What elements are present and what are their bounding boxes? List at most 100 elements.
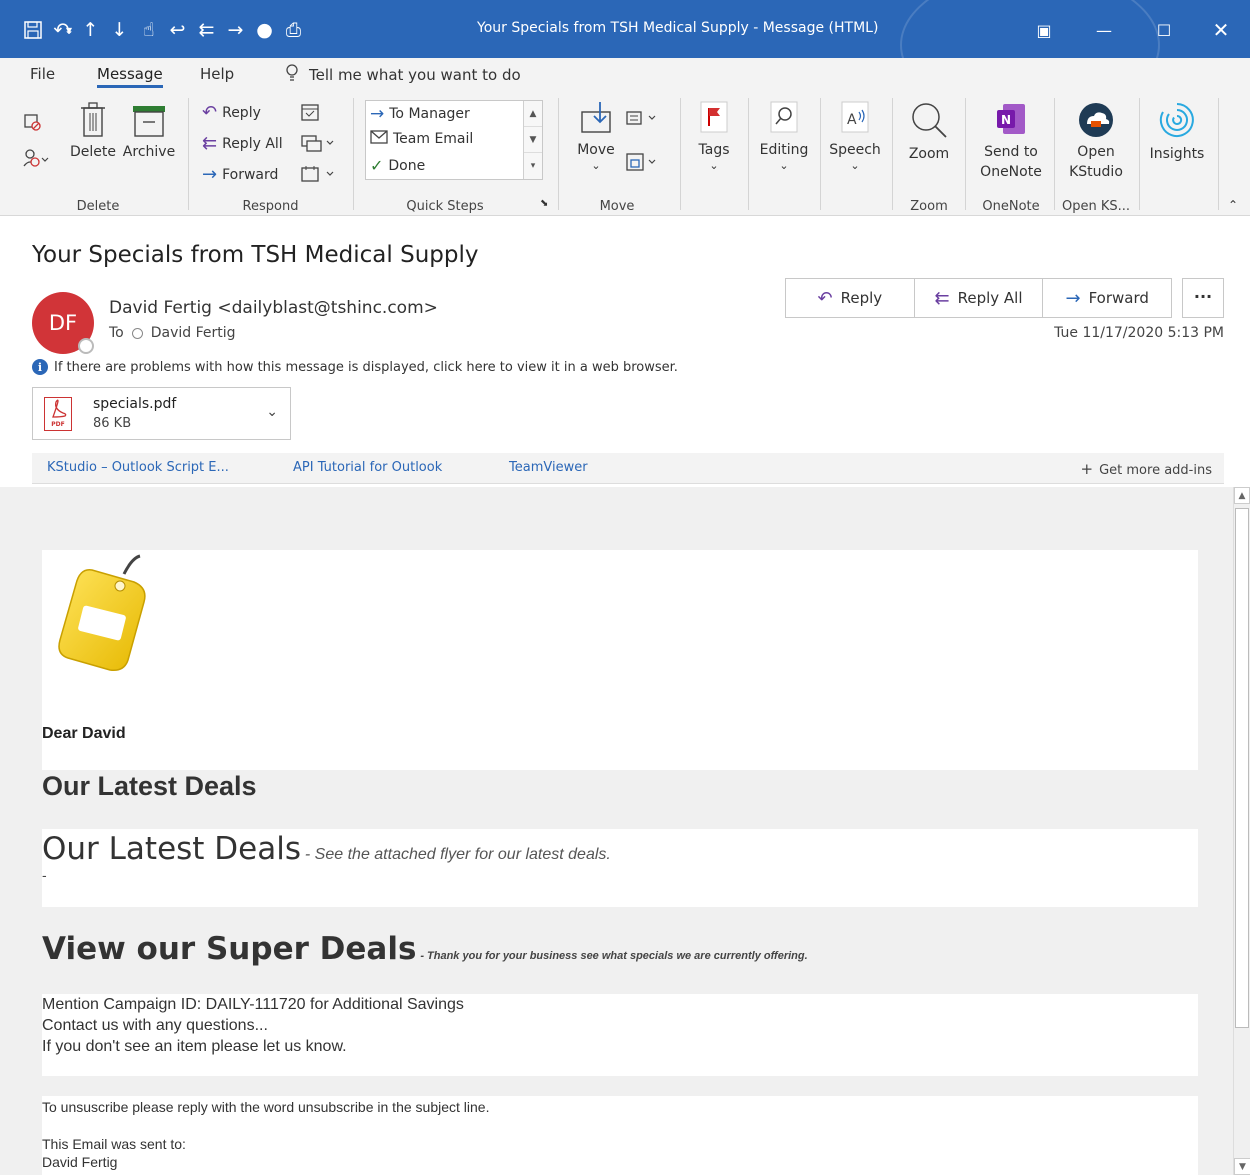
reply-all-icon[interactable]: ⇇ bbox=[192, 17, 221, 43]
forward-button[interactable]: → Forward bbox=[202, 164, 278, 185]
chevron-down-icon[interactable]: ⌄ bbox=[266, 404, 278, 420]
attachment-card[interactable]: PDF specials.pdf 86 KB ⌄ bbox=[32, 387, 291, 440]
down-arrow-icon[interactable]: ↓ bbox=[105, 17, 134, 43]
super-deals-subtitle: - Thank you for your business see what s… bbox=[420, 950, 808, 962]
envelope-icon bbox=[370, 130, 388, 148]
quick-steps-scroll[interactable]: ▲ ▼ ▾ bbox=[523, 101, 542, 179]
editing-button[interactable]: Editing ⌄ bbox=[756, 100, 812, 172]
move-group-label: Move bbox=[599, 199, 635, 214]
sent-to-name: David Fertig bbox=[42, 1154, 118, 1170]
insights-button[interactable]: Insights bbox=[1146, 100, 1208, 164]
close-button[interactable]: ✕ bbox=[1192, 14, 1250, 46]
greeting: Dear David bbox=[42, 725, 126, 742]
tags-button[interactable]: Tags ⌄ bbox=[692, 100, 736, 172]
reply-all-label: Reply All bbox=[957, 289, 1023, 307]
sender[interactable]: David Fertig <dailyblast@tshinc.com> bbox=[109, 298, 438, 318]
more-actions-button[interactable]: ··· bbox=[1182, 278, 1224, 318]
tab-help[interactable]: Help bbox=[200, 65, 234, 83]
checkmark-icon: ✓ bbox=[370, 156, 384, 175]
scroll-thumb[interactable] bbox=[1235, 508, 1249, 1028]
tags-label: Tags bbox=[698, 142, 730, 158]
ribbon-display-options-icon[interactable]: ▣ bbox=[1015, 14, 1073, 46]
addin-api-tutorial[interactable]: API Tutorial for Outlook bbox=[293, 460, 442, 475]
tab-file[interactable]: File bbox=[30, 65, 55, 83]
up-arrow-icon[interactable]: ↑ bbox=[76, 17, 105, 43]
message-subject: Your Specials from TSH Medical Supply bbox=[32, 242, 479, 268]
meeting-icon[interactable] bbox=[300, 102, 320, 122]
reply-all-button[interactable]: ⇇ Reply All bbox=[915, 279, 1044, 317]
quick-step-to-manager[interactable]: → To Manager bbox=[370, 104, 470, 124]
super-deals-row: View our Super Deals - Thank you for you… bbox=[42, 931, 808, 967]
quick-step-team-email[interactable]: Team Email bbox=[370, 130, 473, 148]
reply-button[interactable]: ↶ Reply bbox=[786, 279, 915, 317]
dialog-launcher-icon[interactable]: ⬊ bbox=[540, 198, 548, 209]
addin-kstudio[interactable]: KStudio – Outlook Script E... bbox=[47, 460, 229, 475]
avatar[interactable]: DF bbox=[32, 292, 94, 354]
block-sender-icon[interactable] bbox=[22, 148, 50, 174]
onenote-line1: Send to bbox=[984, 144, 1038, 160]
zoom-group-label: Zoom bbox=[910, 199, 948, 214]
body-scrollbar[interactable]: ▲ ▼ bbox=[1233, 487, 1250, 1175]
pdf-type-label: PDF bbox=[51, 421, 65, 428]
speech-button[interactable]: A Speech ⌄ bbox=[828, 100, 882, 172]
collapse-ribbon-icon[interactable]: ⌃ bbox=[1228, 198, 1238, 212]
reply-all-label: Reply All bbox=[222, 135, 283, 152]
addins-bar: KStudio – Outlook Script E... API Tutori… bbox=[32, 453, 1224, 484]
reply-button[interactable]: ↶ Reply bbox=[202, 102, 261, 123]
get-more-addins[interactable]: + Get more add-ins bbox=[1081, 460, 1212, 478]
forward-icon[interactable]: → bbox=[221, 17, 250, 43]
kstudio-line1: Open bbox=[1077, 144, 1115, 160]
onenote-move-icon[interactable] bbox=[625, 152, 661, 172]
group-separator bbox=[680, 98, 681, 210]
tell-me-search[interactable]: Tell me what you want to do bbox=[285, 64, 521, 86]
forward-button[interactable]: → Forward bbox=[1043, 279, 1171, 317]
onenote-group-label: OneNote bbox=[982, 199, 1040, 214]
rules-icon[interactable] bbox=[625, 108, 661, 128]
reply-icon: ↶ bbox=[202, 102, 218, 123]
save-icon[interactable] bbox=[18, 17, 47, 43]
quick-step-done[interactable]: ✓ Done bbox=[370, 156, 425, 175]
greeting-card bbox=[42, 550, 1198, 770]
more-respond-icon[interactable] bbox=[300, 164, 336, 184]
reply-all-button[interactable]: ⇇ Reply All bbox=[202, 133, 283, 154]
send-to-onenote-button[interactable]: N Send to OneNote bbox=[975, 100, 1047, 182]
zoom-button[interactable]: Zoom bbox=[902, 100, 956, 164]
customize-toolbar-icon[interactable]: ▾ bbox=[60, 17, 78, 43]
print-icon[interactable]: ⎙ bbox=[279, 17, 308, 43]
minimize-button[interactable]: — bbox=[1075, 14, 1133, 46]
touch-mode-icon[interactable]: ☝ bbox=[134, 17, 163, 43]
tab-message[interactable]: Message bbox=[97, 65, 163, 88]
open-kstudio-button[interactable]: Open KStudio bbox=[1062, 100, 1130, 182]
reply-all-icon: ⇇ bbox=[934, 287, 950, 309]
chevron-down-icon: ⌄ bbox=[779, 159, 789, 172]
archive-button[interactable]: Archive bbox=[121, 102, 177, 162]
ignore-icon[interactable] bbox=[22, 112, 42, 138]
delete-group-label: Delete bbox=[76, 199, 120, 214]
recipient-name[interactable]: David Fertig bbox=[151, 325, 236, 341]
to-field: To David Fertig bbox=[109, 325, 236, 341]
reply-all-icon: ⇇ bbox=[202, 133, 218, 154]
info-bar[interactable]: i If there are problems with how this me… bbox=[32, 359, 678, 375]
scroll-down-icon[interactable]: ▼ bbox=[1234, 1158, 1250, 1175]
archive-label: Archive bbox=[122, 144, 176, 160]
im-reply-icon[interactable] bbox=[300, 133, 336, 153]
chevron-down-icon[interactable]: ▼ bbox=[524, 127, 542, 153]
editing-label: Editing bbox=[759, 142, 809, 158]
move-button[interactable]: Move ⌄ bbox=[572, 100, 620, 172]
forward-icon: → bbox=[1065, 287, 1081, 309]
addin-teamviewer[interactable]: TeamViewer bbox=[509, 460, 588, 475]
forward-icon: → bbox=[202, 164, 218, 185]
reply-icon[interactable]: ↩ bbox=[163, 17, 192, 43]
arrow-right-icon: → bbox=[370, 104, 385, 124]
expand-gallery-icon[interactable]: ▾ bbox=[524, 153, 542, 179]
get-more-addins-label: Get more add-ins bbox=[1099, 463, 1212, 478]
maximize-button[interactable]: ☐ bbox=[1135, 14, 1193, 46]
reply-icon: ↶ bbox=[817, 287, 833, 309]
record-icon[interactable]: ● bbox=[250, 17, 279, 43]
delete-button[interactable]: Delete bbox=[67, 102, 119, 162]
quick-steps-gallery: → To Manager Team Email ✓ Done ▲ ▼ ▾ bbox=[365, 100, 543, 180]
chevron-up-icon[interactable]: ▲ bbox=[524, 101, 542, 127]
attachment-name: specials.pdf bbox=[93, 396, 177, 412]
ribbon-tabs: File Message Help Tell me what you want … bbox=[0, 58, 1250, 90]
scroll-up-icon[interactable]: ▲ bbox=[1234, 487, 1250, 504]
